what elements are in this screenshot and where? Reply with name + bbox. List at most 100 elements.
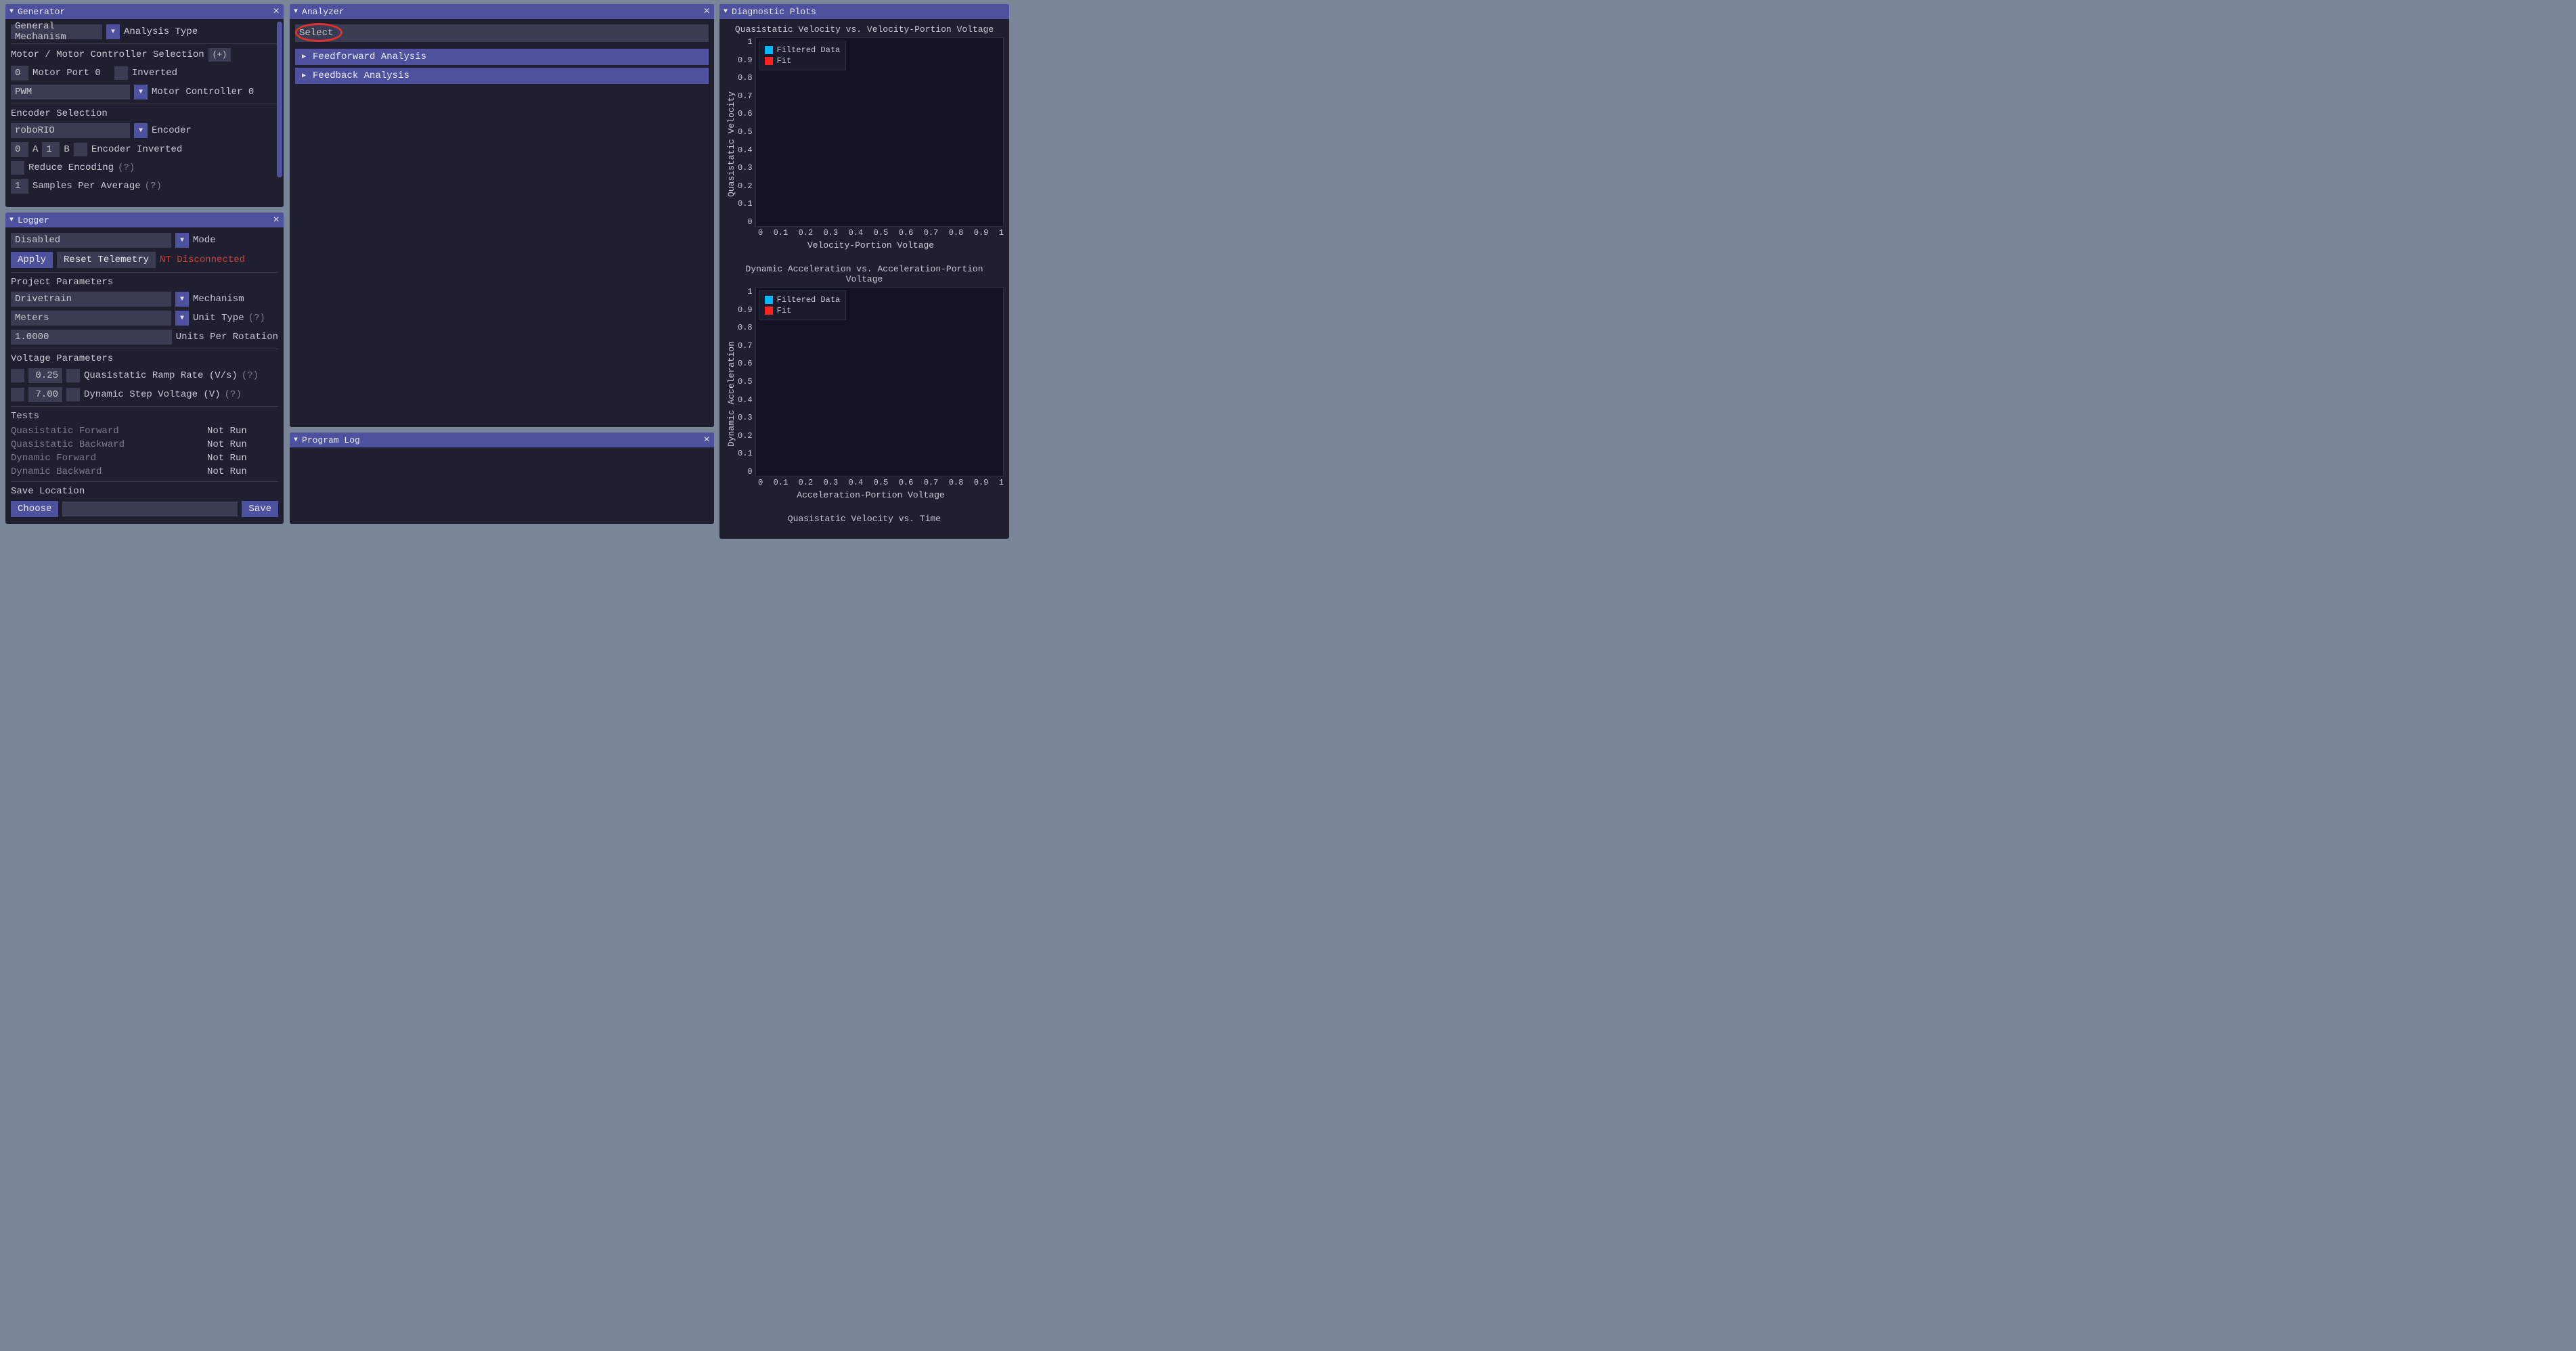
units-per-rotation-input[interactable]: 1.0000 bbox=[11, 330, 172, 345]
y-ticks: 10.90.80.70.60.50.40.30.20.10 bbox=[738, 37, 755, 227]
save-button[interactable]: Save bbox=[242, 501, 278, 517]
plots-title: Diagnostic Plots bbox=[732, 7, 816, 17]
diagnostic-plots-panel: ▼ Diagnostic Plots Quasistatic Velocity … bbox=[719, 4, 1009, 539]
project-params-label: Project Parameters bbox=[11, 277, 113, 288]
close-icon[interactable]: × bbox=[273, 6, 280, 17]
step-plus[interactable] bbox=[66, 388, 80, 401]
help-icon[interactable]: (?) bbox=[242, 370, 259, 381]
motor-inverted-checkbox[interactable] bbox=[114, 66, 128, 80]
x-ticks: 00.10.20.30.40.50.60.70.80.91 bbox=[758, 478, 1004, 487]
tests-label: Tests bbox=[11, 411, 39, 422]
test-name: Dynamic Forward bbox=[11, 453, 207, 464]
x-axis-label: Velocity-Portion Voltage bbox=[738, 240, 1004, 250]
help-icon[interactable]: (?) bbox=[118, 162, 135, 173]
save-location-label: Save Location bbox=[11, 486, 85, 497]
analysis-type-label: Analysis Type bbox=[124, 26, 198, 37]
encoder-inverted-label: Encoder Inverted bbox=[91, 144, 182, 155]
test-row: Quasistatic Backward Not Run bbox=[11, 439, 278, 450]
test-name: Quasistatic Backward bbox=[11, 439, 207, 450]
motor-controller-label: Motor Controller 0 bbox=[152, 87, 254, 97]
apply-button[interactable]: Apply bbox=[11, 252, 53, 268]
collapse-icon: ▼ bbox=[294, 8, 298, 16]
legend: Filtered DataFit bbox=[759, 41, 847, 70]
reduce-encoding-checkbox[interactable] bbox=[11, 161, 24, 175]
motor-port-label: Motor Port 0 bbox=[32, 68, 101, 79]
motor-controller-select[interactable]: PWM bbox=[11, 85, 130, 99]
help-icon[interactable]: (?) bbox=[248, 313, 265, 324]
voltage-params-label: Voltage Parameters bbox=[11, 353, 113, 364]
chevron-right-icon: ▶ bbox=[302, 72, 306, 80]
analyzer-titlebar[interactable]: ▼ Analyzer × bbox=[290, 4, 714, 19]
collapse-icon: ▼ bbox=[724, 8, 728, 16]
plot-canvas[interactable]: Filtered DataFit bbox=[755, 37, 1004, 227]
x-ticks: 00.10.20.30.40.50.60.70.80.91 bbox=[758, 228, 1004, 238]
test-row: Dynamic Forward Not Run bbox=[11, 453, 278, 464]
test-row: Dynamic Backward Not Run bbox=[11, 466, 278, 477]
mechanism-label: Mechanism bbox=[193, 294, 244, 305]
reset-telemetry-button[interactable]: Reset Telemetry bbox=[57, 252, 156, 268]
choose-button[interactable]: Choose bbox=[11, 501, 58, 517]
encoder-inverted-checkbox[interactable] bbox=[74, 143, 87, 156]
mechanism-select[interactable]: Drivetrain bbox=[11, 292, 171, 307]
scrollbar[interactable] bbox=[277, 22, 282, 177]
close-icon[interactable]: × bbox=[703, 6, 710, 17]
analyzer-title: Analyzer bbox=[302, 7, 344, 17]
samples-label: Samples Per Average bbox=[32, 181, 141, 192]
add-motor-button[interactable]: (+) bbox=[208, 48, 231, 62]
encoder-a-input[interactable]: 0 bbox=[11, 142, 28, 157]
chevron-down-icon[interactable]: ▼ bbox=[106, 24, 120, 39]
mode-label: Mode bbox=[193, 235, 216, 246]
chevron-down-icon[interactable]: ▼ bbox=[175, 292, 189, 307]
step-minus[interactable] bbox=[11, 388, 24, 401]
chevron-right-icon: ▶ bbox=[302, 53, 306, 61]
generator-titlebar[interactable]: ▼ Generator × bbox=[5, 4, 284, 19]
chevron-down-icon[interactable]: ▼ bbox=[134, 85, 148, 99]
chevron-down-icon[interactable]: ▼ bbox=[134, 123, 148, 138]
analyzer-select-button[interactable]: Select bbox=[295, 24, 709, 42]
plots-titlebar[interactable]: ▼ Diagnostic Plots bbox=[719, 4, 1009, 19]
program-log-titlebar[interactable]: ▼ Program Log × bbox=[290, 433, 714, 447]
encoder-select[interactable]: roboRIO bbox=[11, 123, 130, 138]
plot: Quasistatic Velocity vs. Velocity-Portio… bbox=[725, 24, 1004, 250]
collapse-icon: ▼ bbox=[294, 437, 298, 444]
generator-panel: ▼ Generator × General Mechanism ▼ Analys… bbox=[5, 4, 284, 207]
help-icon[interactable]: (?) bbox=[225, 389, 242, 400]
unit-type-select[interactable]: Meters bbox=[11, 311, 171, 326]
test-row: Quasistatic Forward Not Run bbox=[11, 426, 278, 437]
ramp-rate-input[interactable]: 0.25 bbox=[28, 368, 62, 383]
save-path-input[interactable] bbox=[62, 502, 238, 516]
unit-type-label: Unit Type bbox=[193, 313, 244, 324]
test-status: Not Run bbox=[207, 439, 247, 450]
samples-input[interactable]: 1 bbox=[11, 179, 28, 194]
feedforward-header[interactable]: ▶ Feedforward Analysis bbox=[295, 49, 709, 65]
logger-title: Logger bbox=[18, 215, 49, 225]
motor-port-input[interactable]: 0 bbox=[11, 66, 28, 81]
mode-select[interactable]: Disabled bbox=[11, 233, 171, 248]
collapse-icon: ▼ bbox=[9, 217, 14, 224]
logger-titlebar[interactable]: ▼ Logger × bbox=[5, 213, 284, 227]
analysis-type-select[interactable]: General Mechanism bbox=[11, 24, 102, 39]
chevron-down-icon[interactable]: ▼ bbox=[175, 233, 189, 248]
plot-title: Dynamic Acceleration vs. Acceleration-Po… bbox=[725, 264, 1004, 284]
y-ticks: 10.90.80.70.60.50.40.30.20.10 bbox=[738, 287, 755, 477]
plot-canvas[interactable]: Filtered DataFit bbox=[755, 287, 1004, 477]
test-status: Not Run bbox=[207, 466, 247, 477]
close-icon[interactable]: × bbox=[273, 215, 280, 225]
encoder-section-label: Encoder Selection bbox=[11, 108, 108, 119]
chevron-down-icon[interactable]: ▼ bbox=[175, 311, 189, 326]
close-icon[interactable]: × bbox=[703, 435, 710, 445]
test-status: Not Run bbox=[207, 453, 247, 464]
encoder-b-input[interactable]: 1 bbox=[42, 142, 60, 157]
ramp-minus[interactable] bbox=[11, 369, 24, 382]
units-per-rotation-label: Units Per Rotation bbox=[176, 332, 278, 342]
feedback-header[interactable]: ▶ Feedback Analysis bbox=[295, 68, 709, 84]
ramp-plus[interactable] bbox=[66, 369, 80, 382]
nt-status: NT Disconnected bbox=[160, 254, 245, 265]
encoder-b-label: B bbox=[64, 144, 69, 155]
plot-title: Quasistatic Velocity vs. Time bbox=[725, 514, 1004, 524]
collapse-icon: ▼ bbox=[9, 8, 14, 16]
step-voltage-input[interactable]: 7.00 bbox=[28, 387, 62, 402]
help-icon[interactable]: (?) bbox=[145, 181, 162, 192]
generator-title: Generator bbox=[18, 7, 65, 17]
y-axis-label: Dynamic Acceleration bbox=[725, 287, 738, 500]
